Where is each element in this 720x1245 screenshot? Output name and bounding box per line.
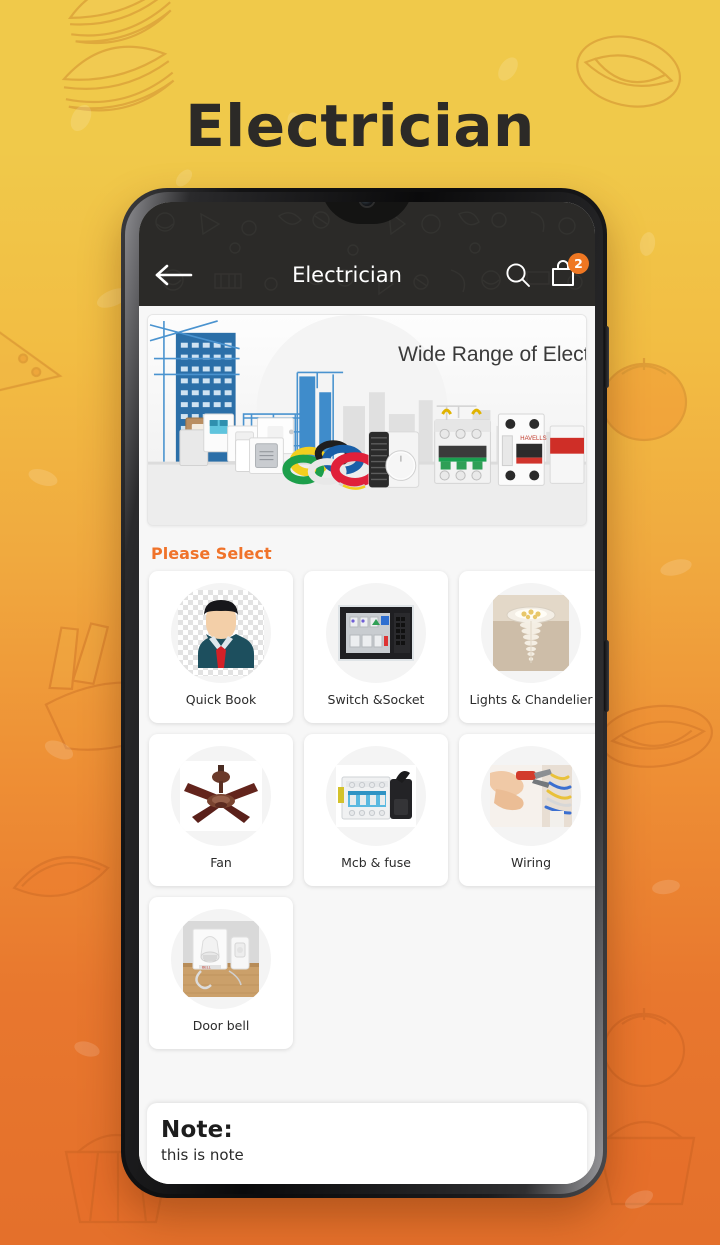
wiring-hand-icon bbox=[490, 765, 572, 827]
card-image-wrap bbox=[326, 746, 426, 846]
search-icon bbox=[506, 263, 530, 287]
cart-button[interactable]: 2 bbox=[547, 253, 589, 292]
category-label: Wiring bbox=[510, 855, 552, 870]
category-card-door-bell[interactable]: BELL Door bell bbox=[149, 897, 293, 1049]
category-label: Mcb & fuse bbox=[341, 855, 411, 870]
category-card-quick-book[interactable]: Quick Book bbox=[149, 571, 293, 723]
phone-screen: Electrician 2 HAVELLS Wide Range of Elec… bbox=[139, 202, 595, 1184]
category-label: Lights & Chandelier bbox=[469, 692, 593, 707]
appbar-title: Electrician bbox=[292, 263, 402, 287]
category-card-mcb-fuse[interactable]: Mcb & fuse bbox=[304, 734, 448, 886]
category-card-switch-socket[interactable]: Switch &Socket bbox=[304, 571, 448, 723]
category-card-fan[interactable]: Fan bbox=[149, 734, 293, 886]
phone-mockup: Electrician 2 HAVELLS Wide Range of Elec… bbox=[121, 188, 609, 1198]
note-body: this is note bbox=[161, 1146, 244, 1164]
card-image-wrap: BELL bbox=[171, 909, 271, 1009]
category-label: Door bell bbox=[192, 1018, 250, 1033]
ceiling-fan-icon bbox=[180, 761, 262, 831]
banner-headline: Wide Range of Electrical bbox=[398, 343, 587, 366]
category-label: Quick Book bbox=[185, 692, 257, 707]
note-heading: Note: bbox=[161, 1117, 233, 1143]
cart-badge: 2 bbox=[568, 253, 589, 274]
card-image-wrap bbox=[481, 583, 581, 683]
doorbell-icon: BELL bbox=[183, 921, 259, 997]
card-image-wrap bbox=[171, 746, 271, 846]
promo-background: Electrician Electrician 2 HAVELLS Wide R… bbox=[0, 0, 720, 1245]
category-label: Switch &Socket bbox=[327, 692, 425, 707]
category-grid: Quick Book Switch &Socket Lights & Chand… bbox=[139, 571, 595, 1049]
mcb-fuse-icon bbox=[336, 765, 416, 827]
card-image-wrap bbox=[171, 583, 271, 683]
volume-button[interactable] bbox=[604, 326, 609, 388]
card-image-wrap bbox=[481, 746, 581, 846]
note-card: Note: this is note bbox=[147, 1103, 587, 1184]
screen-content: HAVELLS Wide Range of Electrical Please bbox=[139, 306, 595, 1184]
svg-text:HAVELLS: HAVELLS bbox=[520, 436, 546, 442]
page-title: Electrician bbox=[185, 92, 535, 160]
power-button[interactable] bbox=[604, 640, 609, 712]
category-card-wiring[interactable]: Wiring bbox=[459, 734, 595, 886]
category-label: Fan bbox=[210, 855, 232, 870]
section-title: Please Select bbox=[151, 544, 272, 563]
search-button[interactable] bbox=[503, 260, 533, 290]
card-image-wrap bbox=[326, 583, 426, 683]
front-camera-icon bbox=[360, 202, 374, 206]
switch-panel-icon bbox=[338, 605, 414, 661]
svg-text:BELL: BELL bbox=[202, 966, 211, 970]
category-card-lights-chandelier[interactable]: Lights & Chandelier bbox=[459, 571, 595, 723]
promo-banner[interactable]: HAVELLS Wide Range of Electrical bbox=[147, 314, 587, 526]
app-bar: Electrician 2 bbox=[139, 202, 595, 306]
businessman-avatar-icon bbox=[178, 590, 264, 676]
chandelier-icon bbox=[493, 595, 569, 671]
